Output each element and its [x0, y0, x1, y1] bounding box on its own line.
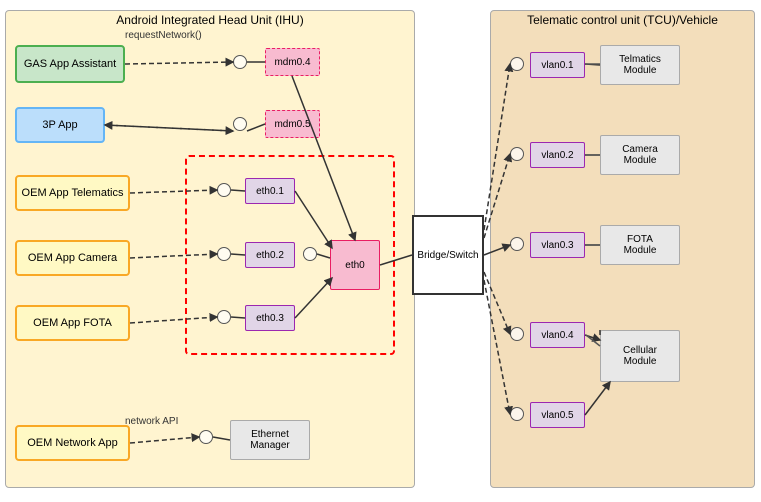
oem-telematics-box: OEM App Telematics [15, 175, 130, 211]
eth01-box: eth0.1 [245, 178, 295, 204]
tcu-title: Telematic control unit (TCU)/Vehicle [527, 13, 718, 27]
fota-label: FOTA Module [624, 234, 657, 256]
circle-vlan03 [510, 237, 524, 251]
3p-app-box: 3P App [15, 107, 105, 143]
circle-eth02-right [303, 247, 317, 261]
bridge-switch-box: Bridge/Switch [412, 215, 484, 295]
camera-module-box: Camera Module [600, 135, 680, 175]
circle-eth01 [217, 183, 231, 197]
cellular-label: Cellular Module [623, 345, 657, 367]
eth0-box: eth0 [330, 240, 380, 290]
fota-module-box: FOTA Module [600, 225, 680, 265]
cellular-module-box: Cellular Module [600, 330, 680, 382]
circle-eth03 [217, 310, 231, 324]
ihu-title: Android Integrated Head Unit (IHU) [116, 13, 303, 27]
eth03-box: eth0.3 [245, 305, 295, 331]
ethernet-manager-label: Ethernet Manager [250, 429, 289, 451]
telmatics-label: Telmatics Module [619, 54, 661, 76]
diagram-container: Android Integrated Head Unit (IHU) Telem… [0, 0, 761, 502]
mdm05-box: mdm0.5 [265, 110, 320, 138]
eth02-box: eth0.2 [245, 242, 295, 268]
request-network-label: requestNetwork() [125, 30, 202, 41]
oem-network-box: OEM Network App [15, 425, 130, 461]
ethernet-manager-box: Ethernet Manager [230, 420, 310, 460]
telmatics-module-box: Telmatics Module [600, 45, 680, 85]
circle-network [199, 430, 213, 444]
camera-label: Camera Module [622, 144, 658, 166]
circle-vlan01 [510, 57, 524, 71]
mdm04-box: mdm0.4 [265, 48, 320, 76]
network-api-label: network API [125, 416, 178, 427]
circle-mdm05 [233, 117, 247, 131]
oem-camera-box: OEM App Camera [15, 240, 130, 276]
oem-fota-box: OEM App FOTA [15, 305, 130, 341]
circle-mdm04 [233, 55, 247, 69]
vlan01-box: vlan0.1 [530, 52, 585, 78]
vlan04-box: vlan0.4 [530, 322, 585, 348]
vlan02-box: vlan0.2 [530, 142, 585, 168]
circle-vlan02 [510, 147, 524, 161]
circle-eth02 [217, 247, 231, 261]
circle-vlan04 [510, 327, 524, 341]
vlan05-box: vlan0.5 [530, 402, 585, 428]
circle-vlan05 [510, 407, 524, 421]
gas-app-box: GAS App Assistant [15, 45, 125, 83]
vlan03-box: vlan0.3 [530, 232, 585, 258]
